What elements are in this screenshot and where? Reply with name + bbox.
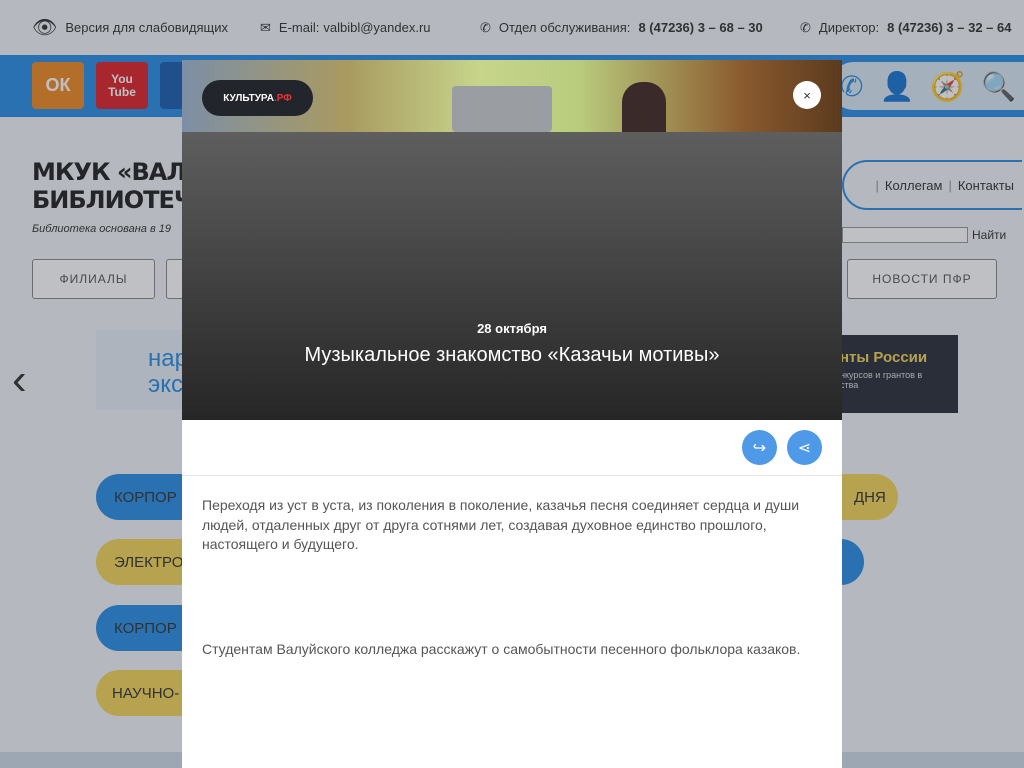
forward-icon[interactable]: ↪ [742,430,777,465]
event-header: 28 октября Музыкальное знакомство «Казач… [182,132,842,420]
event-date: 28 октября [477,321,547,336]
event-title: Музыкальное знакомство «Казачьи мотивы» [304,344,720,366]
event-description: Переходя из уст в уста, из поколения в п… [202,497,800,552]
kultura-rf-logo: КУЛЬТУРА .РФ [202,80,313,116]
event-description-2: Студентам Валуйского колледжа расскажут … [202,641,801,657]
close-button[interactable]: × [793,81,821,109]
share-icon[interactable]: ⋖ [787,430,822,465]
divider [182,475,842,476]
event-actions: ↪ ⋖ [742,430,822,465]
event-modal: КУЛЬТУРА .РФ × 28 октября Музыкальное зна… [182,60,842,768]
